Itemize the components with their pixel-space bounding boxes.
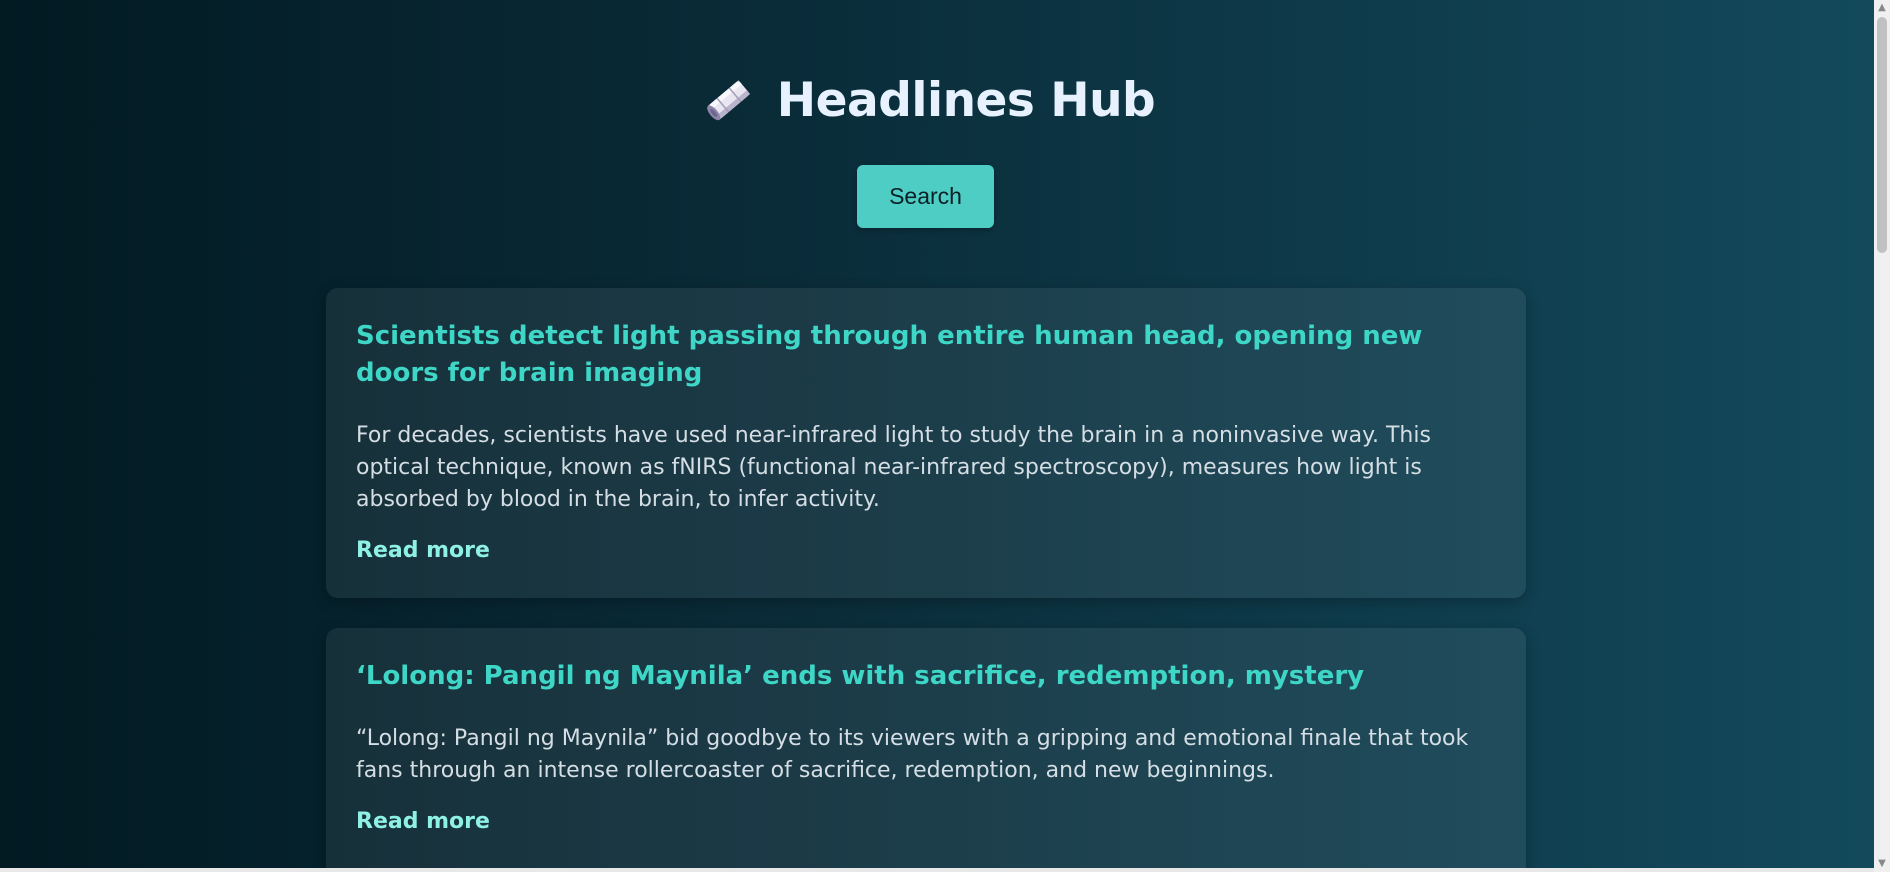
scroll-down-arrow-icon[interactable]: ▼ bbox=[1874, 856, 1890, 872]
page-title: Headlines Hub bbox=[701, 72, 1156, 128]
read-more-link[interactable]: Read more bbox=[356, 809, 490, 834]
article-summary: For decades, scientists have used near-i… bbox=[356, 423, 1431, 512]
article-card: ‘Lolong: Pangil ng Maynila’ ends with sa… bbox=[326, 628, 1526, 872]
article-title: Scientists detect light passing through … bbox=[356, 321, 1423, 388]
scrollbar-thumb[interactable] bbox=[1877, 17, 1887, 253]
page-title-text: Headlines Hub bbox=[776, 72, 1156, 128]
read-more-link[interactable]: Read more bbox=[356, 538, 490, 563]
page-header: Headlines Hub bbox=[0, 72, 1856, 132]
article-title: ‘Lolong: Pangil ng Maynila’ ends with sa… bbox=[356, 661, 1365, 691]
vertical-scrollbar[interactable]: ▲ ▼ bbox=[1874, 0, 1890, 872]
page: Headlines Hub Search Scientists detect l… bbox=[0, 0, 1874, 872]
newspaper-roll-icon bbox=[701, 72, 757, 128]
horizontal-scrollbar-edge bbox=[0, 868, 1874, 872]
search-button[interactable]: Search bbox=[857, 165, 994, 228]
article-summary: “Lolong: Pangil ng Maynila” bid goodbye … bbox=[356, 726, 1469, 783]
scroll-up-arrow-icon[interactable]: ▲ bbox=[1874, 0, 1890, 16]
article-card: Scientists detect light passing through … bbox=[326, 288, 1526, 598]
